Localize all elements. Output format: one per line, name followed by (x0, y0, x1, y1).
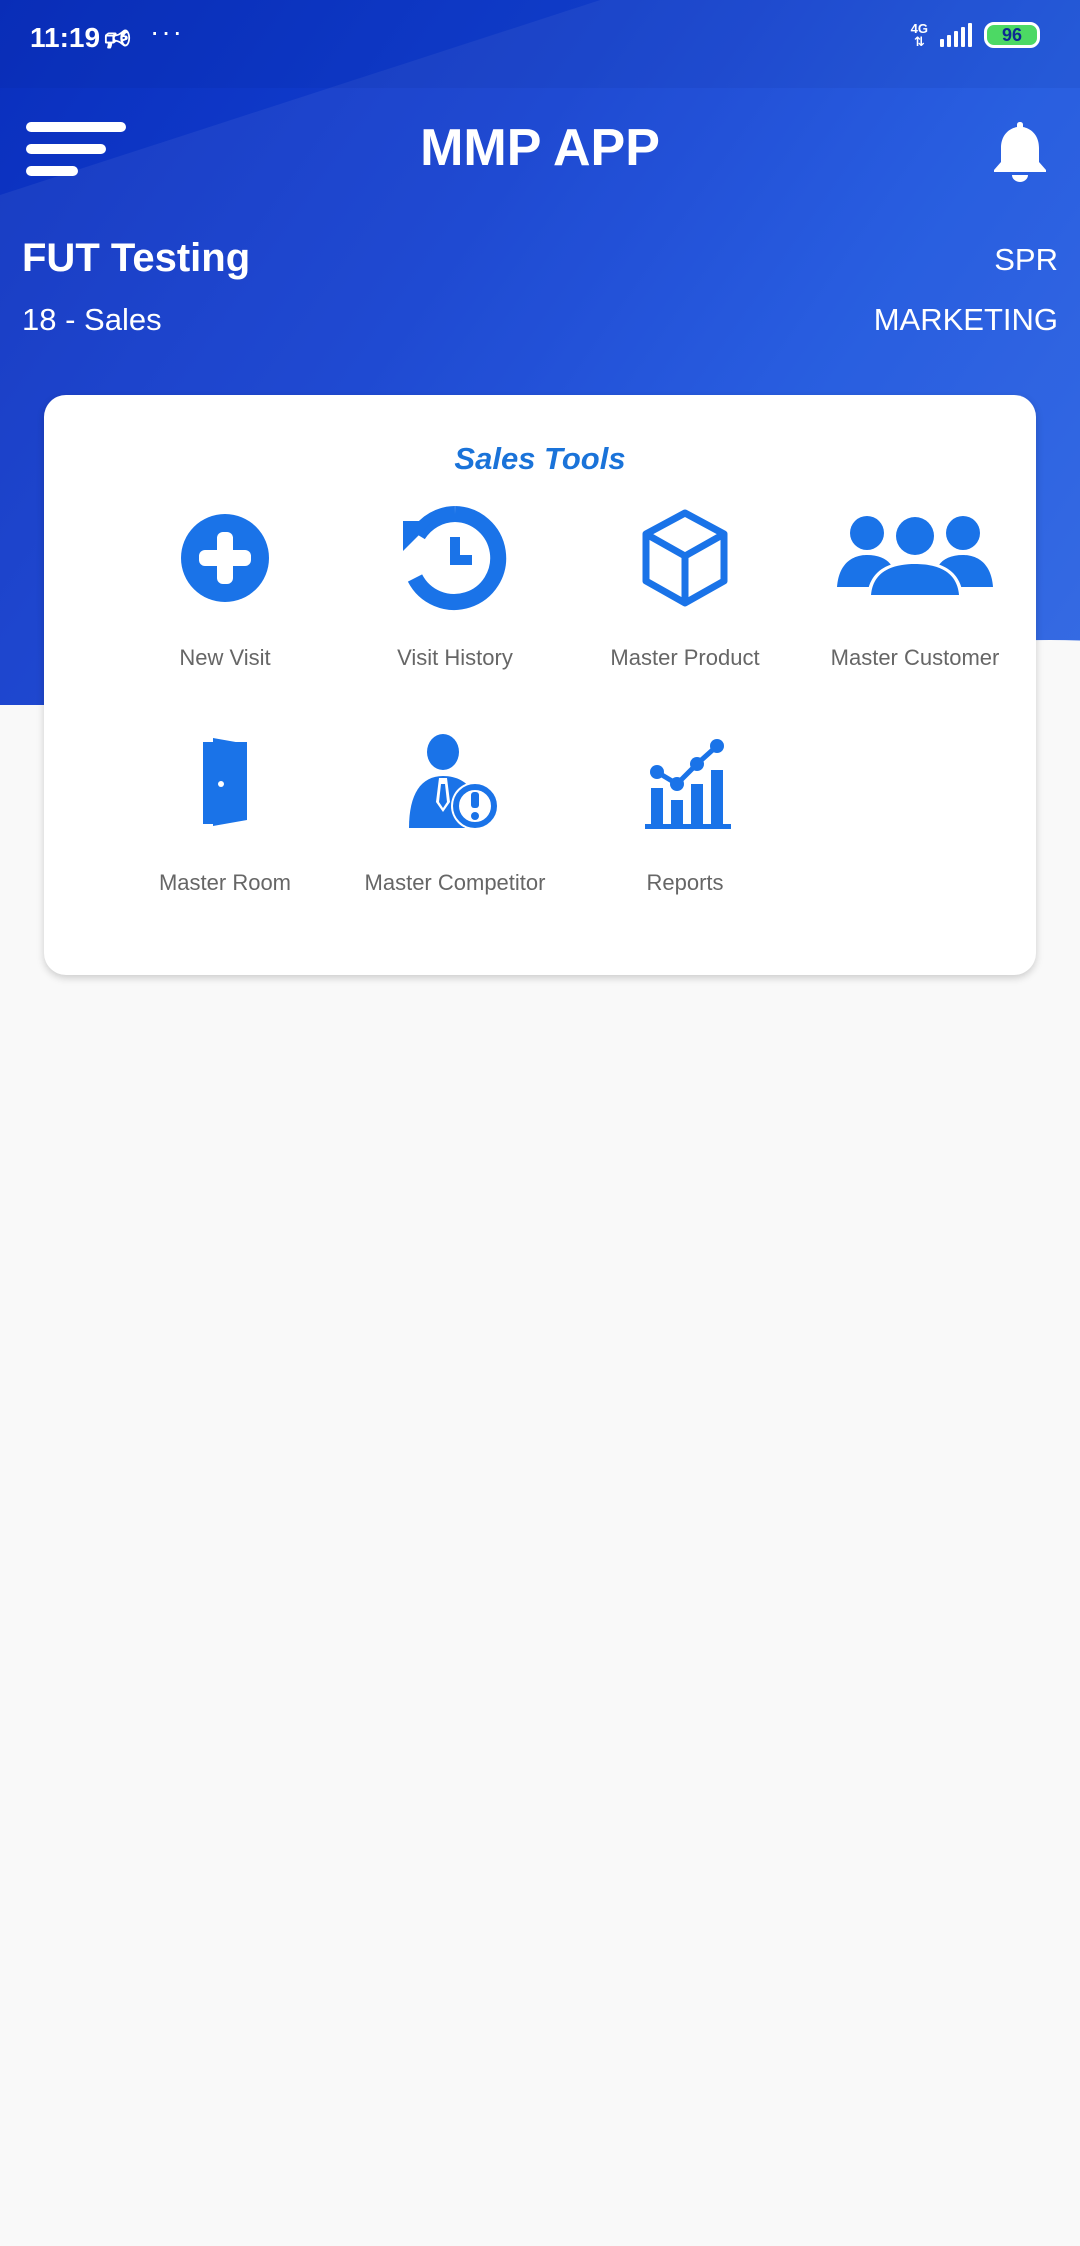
network-type: 4G ⇅ (911, 22, 928, 48)
competitor-icon (395, 728, 515, 838)
status-indicators: 4G ⇅ 96 (911, 22, 1040, 48)
signal-icon (940, 23, 972, 47)
tool-master-competitor[interactable]: Master Competitor (340, 728, 570, 928)
user-name: FUT Testing (22, 236, 251, 280)
battery-icon: 96 (984, 22, 1040, 48)
tool-visit-history[interactable]: Visit History (340, 503, 570, 703)
cube-icon (625, 503, 745, 613)
app-title: MMP APP (420, 119, 660, 177)
tool-label: Reports (646, 870, 724, 895)
bell-icon[interactable] (990, 118, 1050, 182)
status-more-icon: ··· (150, 16, 184, 47)
sales-tools-title: Sales Tools (454, 441, 626, 476)
chart-icon (625, 728, 745, 838)
status-extra-icon: 🕫 (104, 23, 132, 54)
tool-master-customer[interactable]: Master Customer (800, 503, 1030, 703)
tool-new-visit[interactable]: New Visit (110, 503, 340, 703)
users-icon (835, 503, 995, 613)
screen: 11:19 🕫 ··· 4G ⇅ 96 MMP APP FUT Testing … (0, 0, 1080, 2246)
user-role: 18 - Sales (22, 302, 162, 337)
sales-tools-card: Sales Tools New Visit Visit History Mast… (44, 395, 1036, 975)
user-department: MARKETING (873, 302, 1058, 337)
tool-reports[interactable]: Reports (570, 728, 800, 928)
tool-master-room[interactable]: Master Room (110, 728, 340, 928)
status-time: 11:19 (30, 22, 101, 53)
plus-circle-icon (165, 503, 285, 613)
door-icon (165, 728, 285, 838)
network-arrows-icon: ⇅ (913, 34, 925, 49)
tool-label: Master Customer (830, 645, 1000, 670)
history-icon (395, 503, 515, 613)
status-bar: 11:19 🕫 ··· 4G ⇅ 96 (0, 0, 1080, 88)
user-code: SPR (994, 242, 1058, 277)
tool-master-product[interactable]: Master Product (570, 503, 800, 703)
